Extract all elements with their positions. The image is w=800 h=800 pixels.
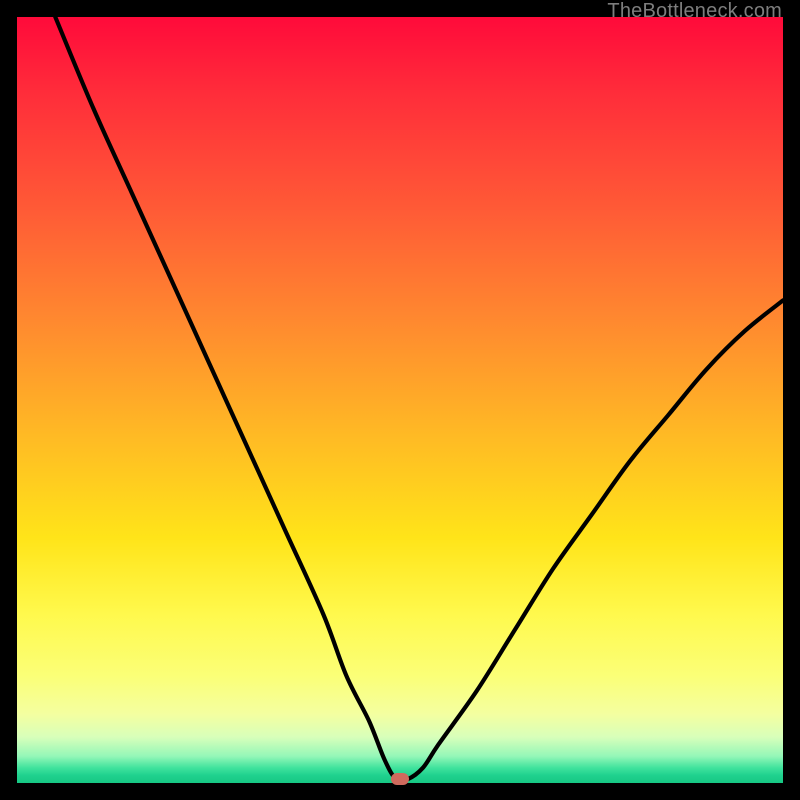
bottleneck-curve [17, 17, 783, 783]
chart-frame: TheBottleneck.com [0, 0, 800, 800]
optimal-point-marker [391, 773, 409, 785]
plot-area [17, 17, 783, 783]
